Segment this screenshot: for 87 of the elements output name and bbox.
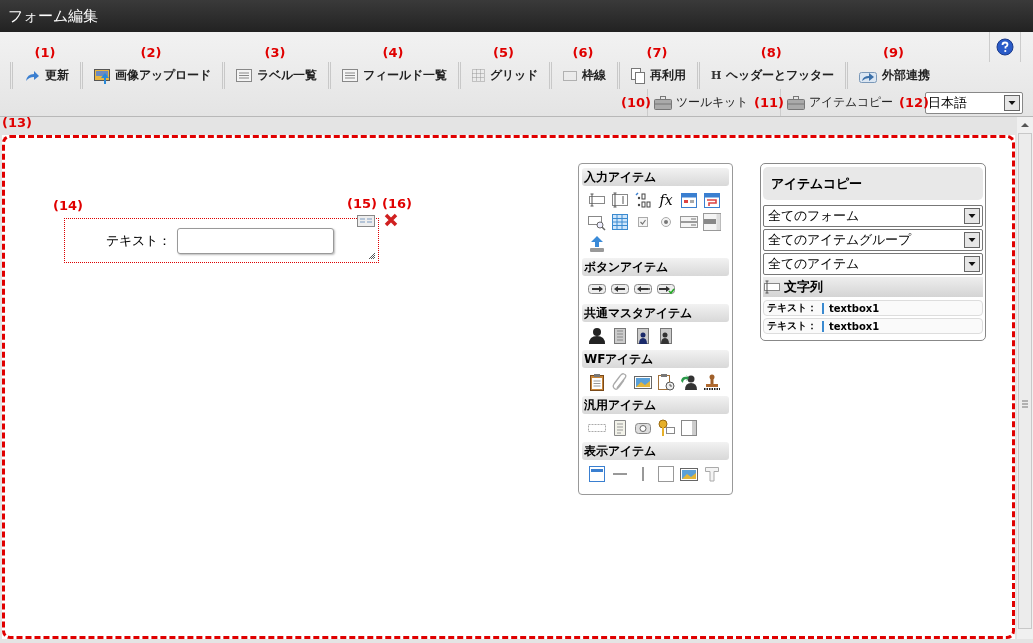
list-icon [236, 69, 252, 82]
annotation-number: (7) [645, 45, 669, 60]
t-shape-icon [703, 465, 721, 483]
toolbar-button[interactable]: 画像アップロード [80, 62, 222, 89]
field-label: テキスト： [106, 231, 171, 250]
toolbox-icon [654, 95, 673, 110]
section-header: 表示アイテム [582, 442, 729, 460]
clipboard-icon [588, 373, 606, 391]
group-header: 文字列 [763, 277, 983, 297]
annotation-number: (15) [347, 196, 377, 211]
copy-item-row[interactable]: テキスト： textbox1 [763, 300, 983, 316]
image-upload-icon [94, 67, 110, 84]
text-area-icon [611, 191, 629, 209]
landscape-image-icon [680, 465, 698, 483]
section-header: 入力アイテム [582, 168, 729, 186]
formula-icon: fx [657, 191, 675, 209]
annotation-number: (6) [571, 45, 595, 60]
vertical-line-icon [642, 467, 644, 481]
toolbar-button[interactable]: 再利用 [617, 62, 697, 89]
horizontal-line-icon [613, 473, 627, 475]
annotation-number: (1) [33, 45, 57, 60]
landscape-image-icon [634, 373, 652, 391]
person-arrow-icon [680, 373, 698, 391]
annotation-number: (3) [263, 45, 287, 60]
window-title: フォーム編集 [8, 6, 98, 26]
square-icon [657, 465, 675, 483]
panel-title: アイテムコピー [763, 167, 983, 200]
decimal-number-icon [634, 191, 652, 209]
resize-grip-icon [368, 252, 376, 260]
copy-icon [631, 67, 645, 84]
table-icon [611, 213, 629, 231]
annotation-number: (8) [759, 45, 783, 60]
list-box-icon [703, 213, 721, 231]
list-rows-icon [680, 213, 698, 231]
arrow-icon [24, 68, 40, 83]
annotation-number: (13) [2, 115, 32, 130]
section-header: WFアイテム [582, 350, 729, 368]
item-label: テキスト： [767, 301, 817, 315]
annotation-number: (2) [139, 45, 163, 60]
filter-select[interactable]: 全てのフォーム [763, 205, 983, 227]
paperclip-icon [611, 373, 629, 391]
annotation-number: (9) [881, 45, 905, 60]
key-icon [657, 419, 675, 437]
input-field[interactable] [177, 227, 334, 254]
item-name: textbox1 [829, 302, 880, 314]
section-header: ボタンアイテム [582, 258, 729, 276]
magnifier-field-icon [588, 213, 606, 231]
item-label: テキスト： [767, 319, 817, 333]
help-icon [996, 38, 1014, 56]
building-icon [611, 327, 629, 345]
properties-icon [357, 215, 375, 227]
annotation-number: (16) [382, 196, 412, 211]
stamp-icon [703, 373, 721, 391]
section-header: 共通マスタアイテム [582, 304, 729, 322]
calendar-icon [680, 191, 698, 209]
toolbar-button[interactable]: ラベル一覧 [222, 62, 328, 89]
person-icon [588, 327, 606, 345]
copy-item-row[interactable]: テキスト： textbox1 [763, 318, 983, 334]
calendar-range-icon [703, 191, 721, 209]
toolbar-button[interactable]: フィールド一覧 [328, 62, 458, 89]
header-bar-icon [588, 465, 606, 483]
section-header: 汎用アイテム [582, 396, 729, 414]
item-name: textbox1 [829, 320, 880, 332]
building-person-icon [634, 327, 652, 345]
upload-icon [588, 235, 606, 253]
toolbox-icon [787, 95, 805, 110]
list-icon [342, 69, 358, 82]
delete-icon [384, 213, 398, 227]
toolbar-button[interactable]: H ヘッダーとフッター [697, 62, 846, 89]
clipboard-clock-icon [657, 373, 675, 391]
grid-icon [472, 69, 485, 82]
toolbar-button[interactable]: 枠線 [549, 62, 617, 89]
toolbar-button[interactable]: 外部連携 [845, 62, 942, 89]
text-field-icon [763, 280, 781, 294]
filter-select[interactable]: 全てのアイテム [763, 253, 983, 275]
toolbar-button[interactable]: グリッド [458, 62, 549, 89]
header-glyph-icon: H [711, 69, 722, 82]
filter-select[interactable]: 全てのアイテムグループ [763, 229, 983, 251]
document-icon [611, 419, 629, 437]
toolbar-button[interactable]: 更新 [10, 62, 80, 89]
annotation-number: (5) [492, 45, 515, 60]
building-person-icon [657, 327, 675, 345]
annotation-number: (4) [381, 45, 405, 60]
side-panel-icon [680, 419, 698, 437]
dotted-rectangle-icon [563, 70, 577, 81]
annotation-number: (14) [53, 198, 83, 213]
text-field-icon [588, 191, 606, 209]
